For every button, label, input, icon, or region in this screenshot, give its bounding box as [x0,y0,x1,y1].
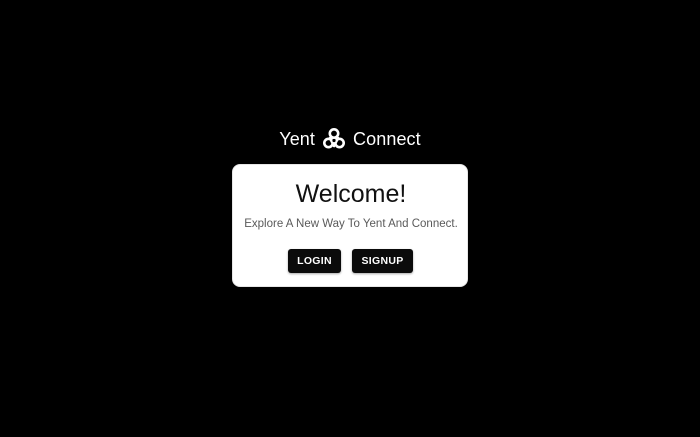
welcome-subtitle: Explore A New Way To Yent And Connect. [244,218,458,230]
welcome-title: Welcome! [295,180,407,208]
signup-button[interactable]: SIGNUP [352,249,413,273]
login-button[interactable]: LOGIN [288,249,341,273]
brand-header: Yent Connect [0,124,700,154]
landing-page: Yent Connect Welcome! Explore A New Way … [0,0,700,437]
knot-logo-icon [321,126,347,152]
welcome-card: Welcome! Explore A New Way To Yent And C… [232,164,468,287]
brand-name-left: Yent [279,128,316,149]
brand-name-right: Connect [353,128,421,149]
